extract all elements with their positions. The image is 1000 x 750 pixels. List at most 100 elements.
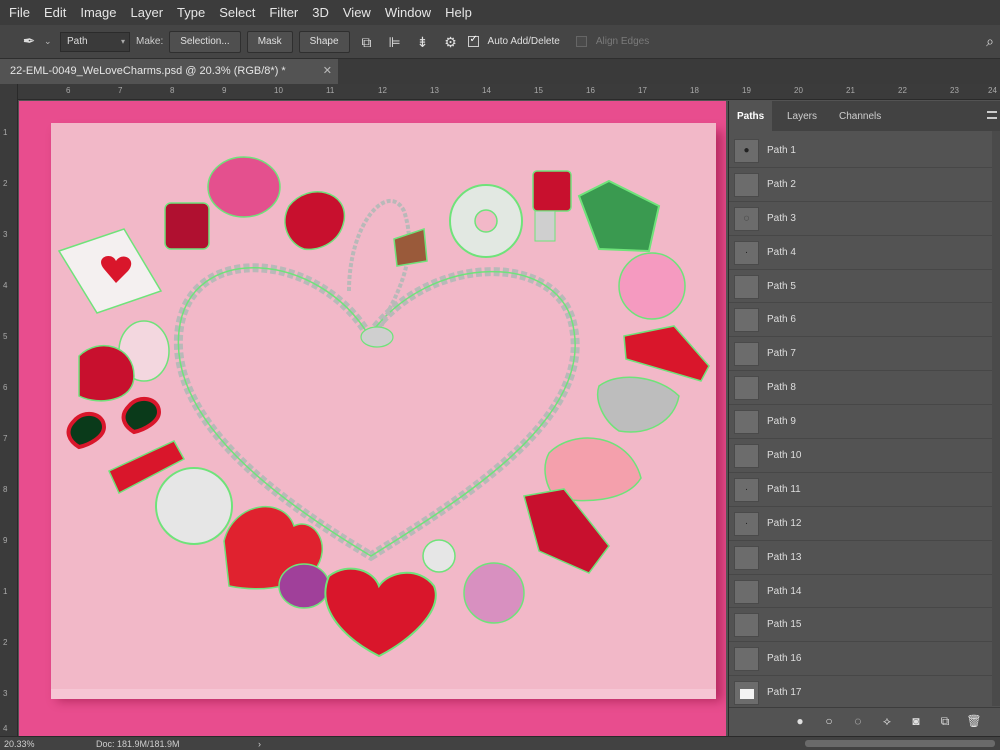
path-row[interactable]: ◌ Path 3 [729, 202, 1000, 236]
path-row[interactable]: Path 10 [729, 439, 1000, 473]
ruler-tick-label: 4 [3, 724, 8, 733]
menu-layer[interactable]: Layer [124, 0, 171, 25]
ruler-tick-label: 2 [3, 179, 8, 188]
tab-channels[interactable]: Channels [831, 101, 889, 131]
ruler-tick-label: 16 [586, 86, 595, 95]
path-thumbnail [734, 579, 759, 604]
ruler-tick-label: 1 [3, 128, 8, 137]
ruler-tick-label: 6 [3, 383, 8, 392]
menu-type[interactable]: Type [170, 0, 212, 25]
menu-file[interactable]: File [2, 0, 37, 25]
ruler-tick-label: 21 [846, 86, 855, 95]
make-shape-button[interactable]: Shape [298, 30, 350, 53]
boot-charm [623, 325, 710, 382]
panel-scrollbar[interactable] [992, 131, 1000, 706]
menu-window[interactable]: Window [378, 0, 438, 25]
path-row[interactable]: Path 6 [729, 303, 1000, 338]
ruler-tick-label: 20 [794, 86, 803, 95]
path-row[interactable]: Path 2 [729, 168, 1000, 202]
gear-icon[interactable]: ⚙ [440, 31, 462, 53]
path-row[interactable]: Path 15 [729, 608, 1000, 643]
menu-filter[interactable]: Filter [262, 0, 305, 25]
path-alignment-icon[interactable]: ⊫ [384, 31, 406, 53]
path-row[interactable]: Path 9 [729, 405, 1000, 440]
path-thumbnail [734, 376, 759, 401]
load-selection-icon[interactable]: ◌ [850, 713, 866, 729]
menu-image[interactable]: Image [73, 0, 123, 25]
vertical-ruler[interactable]: 1 2 3 4 5 6 7 8 9 1 2 3 4 [0, 84, 18, 736]
align-edges-checkbox[interactable] [575, 36, 587, 47]
path-row[interactable]: · Path 11 [729, 473, 1000, 507]
menu-view[interactable]: View [336, 0, 378, 25]
envelope-charm [57, 228, 163, 314]
pen-tool-icon[interactable]: ✒ [20, 33, 38, 51]
tab-layers[interactable]: Layers [779, 101, 825, 131]
path-name: Path 16 [767, 653, 802, 665]
path-thumbnail [734, 308, 759, 333]
red-gem-charm [164, 202, 210, 250]
ruler-tick-label: 22 [898, 86, 907, 95]
path-thumbnail [734, 444, 759, 469]
ruler-tick-label: 2 [3, 638, 8, 647]
paths-list: ● Path 1 Path 2 ◌ Path 3 · Path 4 Path 5 Pa… [729, 134, 1000, 711]
close-icon[interactable]: ✕ [323, 59, 332, 84]
search-icon[interactable]: ⌕ [986, 33, 994, 50]
path-row[interactable]: Path 5 [729, 270, 1000, 304]
path-thumbnail: ● [734, 139, 759, 163]
make-selection-button[interactable]: Selection... [169, 30, 241, 53]
path-row[interactable]: · Path 12 [729, 507, 1000, 541]
photoshop-window: File Edit Image Layer Type Select Filter… [0, 0, 1000, 750]
path-operations-icon[interactable]: ⧉ [356, 31, 378, 53]
path-thumbnail [734, 545, 759, 570]
heart-compact-charm [78, 345, 135, 402]
tool-preset-chevron-down-icon[interactable]: ⌄ [44, 36, 54, 47]
menu-3d[interactable]: 3D [305, 0, 336, 25]
make-work-path-icon[interactable]: ⟡ [879, 713, 895, 729]
ruler-tick-label: 15 [534, 86, 543, 95]
path-row[interactable]: Path 16 [729, 642, 1000, 677]
path-row[interactable]: ● Path 1 [729, 134, 1000, 168]
cake-charm [393, 227, 428, 267]
menu-bar: File Edit Image Layer Type Select Filter… [0, 0, 1000, 25]
horizontal-ruler[interactable]: 6 7 8 9 10 11 12 13 14 15 16 17 18 19 20… [18, 84, 1000, 100]
chevron-down-icon: ▾ [120, 36, 125, 46]
path-row[interactable]: Path 14 [729, 575, 1000, 609]
path-thumbnail: ◌ [734, 206, 759, 231]
lobster-clasp [360, 326, 394, 348]
path-name: Path 1 [767, 145, 796, 156]
add-mask-icon[interactable]: ◙ [908, 713, 924, 729]
bracelet-chain-path-outline [177, 267, 576, 557]
path-row[interactable]: Path 13 [729, 541, 1000, 575]
path-arrangement-icon[interactable]: ⇟ [412, 31, 434, 53]
path-row[interactable]: Path 8 [729, 371, 1000, 406]
lipstick-charm [532, 170, 572, 212]
make-label: Make: [136, 36, 164, 47]
menu-edit[interactable]: Edit [37, 0, 73, 25]
pink-bead-charm [207, 156, 281, 218]
document-tab-title: 22-EML-0049_WeLoveCharms.psd @ 20.3% (RG… [10, 65, 286, 77]
panel-menu-icon[interactable] [987, 111, 997, 119]
path-row[interactable]: Path 17 [729, 676, 1000, 711]
fill-path-icon[interactable]: ● [792, 713, 808, 729]
document-tab[interactable]: 22-EML-0049_WeLoveCharms.psd @ 20.3% (RG… [0, 59, 338, 84]
path-mode-select[interactable]: Path ▾ [60, 31, 130, 52]
status-menu-icon[interactable]: › [258, 737, 261, 750]
make-mask-button[interactable]: Mask [246, 30, 293, 53]
menu-help[interactable]: Help [438, 0, 479, 25]
horizontal-scrollbar[interactable] [805, 740, 995, 747]
path-row[interactable]: Path 7 [729, 337, 1000, 372]
stroke-path-icon[interactable]: ○ [821, 713, 837, 729]
document-canvas[interactable] [19, 101, 726, 736]
charm-bracelet-artwork [57, 156, 710, 658]
tab-paths[interactable]: Paths [729, 101, 773, 131]
new-path-icon[interactable]: ⧉ [937, 713, 953, 729]
panel-tabs: Paths Layers Channels [729, 101, 1000, 131]
ruler-tick-label: 3 [3, 230, 8, 239]
document-tab-bar: 22-EML-0049_WeLoveCharms.psd @ 20.3% (RG… [0, 59, 1000, 84]
auto-add-delete-checkbox[interactable] [467, 34, 479, 47]
trash-icon[interactable]: 🗑 [966, 713, 982, 729]
path-name: Path 5 [767, 280, 796, 292]
zoom-level[interactable]: 20.33% [4, 737, 35, 750]
path-row[interactable]: · Path 4 [729, 236, 1000, 270]
menu-select[interactable]: Select [212, 0, 262, 25]
